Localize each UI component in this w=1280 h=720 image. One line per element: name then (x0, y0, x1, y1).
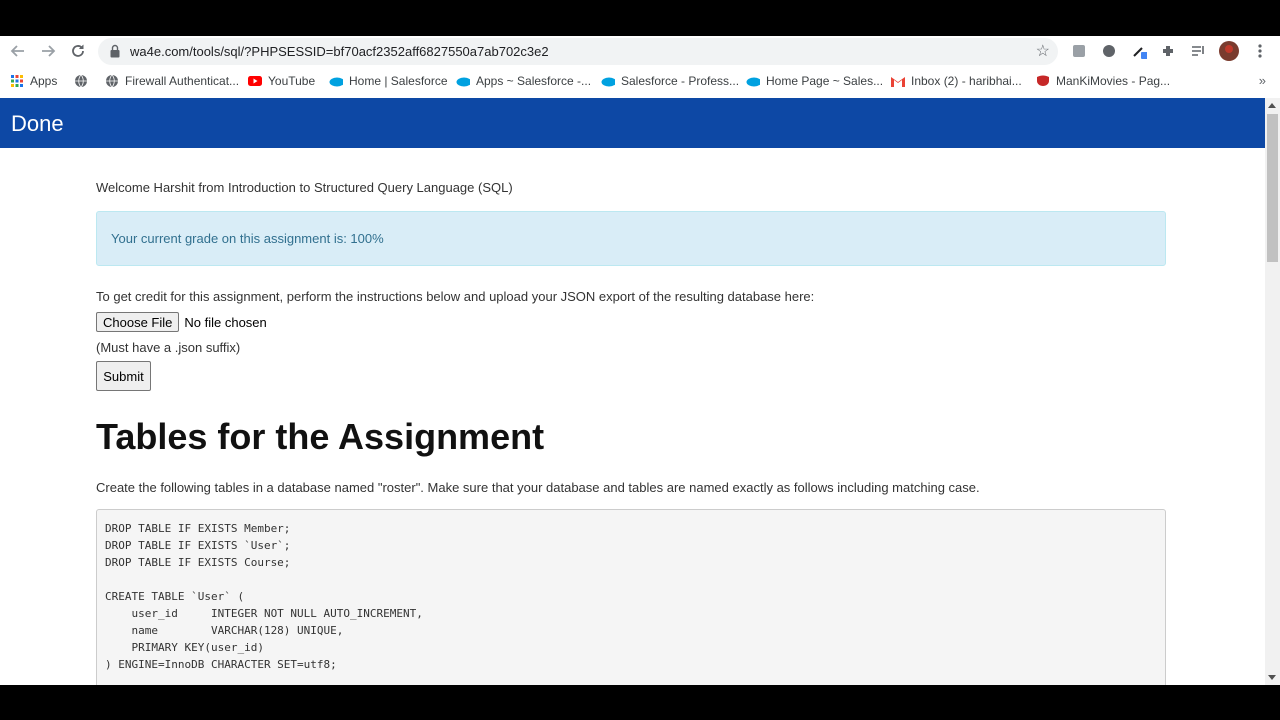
submit-button[interactable]: Submit (96, 361, 151, 391)
bookmark-salesforce-profess[interactable]: Salesforce - Profess... (601, 72, 739, 90)
page-scrollbar[interactable] (1265, 98, 1280, 685)
bookmark-salesforce-apps[interactable]: Apps ~ Salesforce -... (456, 72, 591, 90)
more-menu-icon[interactable] (1250, 41, 1270, 61)
bookmark-globe[interactable] (74, 72, 88, 90)
navbar-brand[interactable]: Done (11, 111, 64, 137)
bookmark-firewall[interactable]: Firewall Authenticat... (105, 72, 239, 90)
upload-instructions: To get credit for this assignment, perfo… (96, 289, 815, 304)
suffix-note: (Must have a .json suffix) (96, 340, 241, 355)
bookmark-home-page[interactable]: Home Page ~ Sales... (746, 72, 883, 90)
mankimovies-icon (1036, 74, 1050, 88)
url-text: wa4e.com/tools/sql/?PHPSESSID=bf70acf235… (130, 44, 549, 59)
bookmark-youtube[interactable]: YouTube (248, 72, 315, 90)
avatar[interactable] (1219, 41, 1239, 61)
bookmark-apps[interactable]: Apps (10, 72, 57, 90)
reload-icon[interactable] (67, 40, 89, 62)
scroll-down-arrow-icon[interactable] (1268, 675, 1276, 680)
apps-grid-icon (10, 74, 24, 88)
eyedropper-icon[interactable] (1129, 41, 1149, 61)
bookmarks-overflow-icon[interactable]: » (1259, 73, 1266, 88)
grade-text: Your current grade on this assignment is… (111, 231, 384, 246)
address-bar[interactable]: wa4e.com/tools/sql/?PHPSESSID=bf70acf235… (98, 38, 1058, 65)
globe-icon (74, 74, 88, 88)
no-file-label: No file chosen (184, 314, 267, 330)
back-arrow-icon[interactable] (7, 40, 29, 62)
lock-icon (110, 44, 120, 58)
web-page: Done Welcome Harshit from Introduction t… (0, 98, 1265, 685)
media-queue-icon[interactable] (1188, 41, 1208, 61)
bookmark-star-icon[interactable]: ☆ (1036, 41, 1050, 61)
salesforce-icon (746, 74, 760, 88)
scroll-up-arrow-icon[interactable] (1268, 103, 1276, 108)
bookmarks-bar: Apps Firewall Authenticat... YouTube Hom… (0, 68, 1280, 94)
scrollbar-thumb[interactable] (1267, 114, 1278, 262)
bookmark-salesforce-home[interactable]: Home | Salesforce (329, 72, 448, 90)
puzzle-icon[interactable] (1158, 41, 1178, 61)
salesforce-icon (456, 74, 470, 88)
forward-arrow-icon[interactable] (37, 40, 59, 62)
welcome-text: Welcome Harshit from Introduction to Str… (96, 180, 513, 195)
bookmark-gmail[interactable]: Inbox (2) - haribhai... (891, 72, 1022, 90)
gmail-icon (891, 74, 905, 88)
extension-circle-icon[interactable] (1099, 41, 1119, 61)
globe-icon (105, 74, 119, 88)
choose-file-button[interactable]: Choose File (96, 312, 180, 332)
grade-alert: Your current grade on this assignment is… (96, 211, 1166, 266)
browser-toolbar: wa4e.com/tools/sql/?PHPSESSID=bf70acf235… (0, 36, 1280, 66)
salesforce-icon (329, 74, 343, 88)
page-heading: Tables for the Assignment (96, 416, 545, 457)
browser-window: wa4e.com/tools/sql/?PHPSESSID=bf70acf235… (0, 36, 1280, 685)
top-navbar: Done (0, 98, 1265, 148)
extension-icon[interactable] (1069, 41, 1089, 61)
tables-description: Create the following tables in a databas… (96, 480, 980, 495)
bookmark-mankimovies[interactable]: ManKiMovies - Pag... (1036, 72, 1170, 90)
salesforce-icon (601, 74, 615, 88)
sql-code-block: DROP TABLE IF EXISTS Member; DROP TABLE … (96, 509, 1166, 685)
youtube-icon (248, 74, 262, 88)
file-upload: Choose File No file chosen (96, 312, 267, 332)
